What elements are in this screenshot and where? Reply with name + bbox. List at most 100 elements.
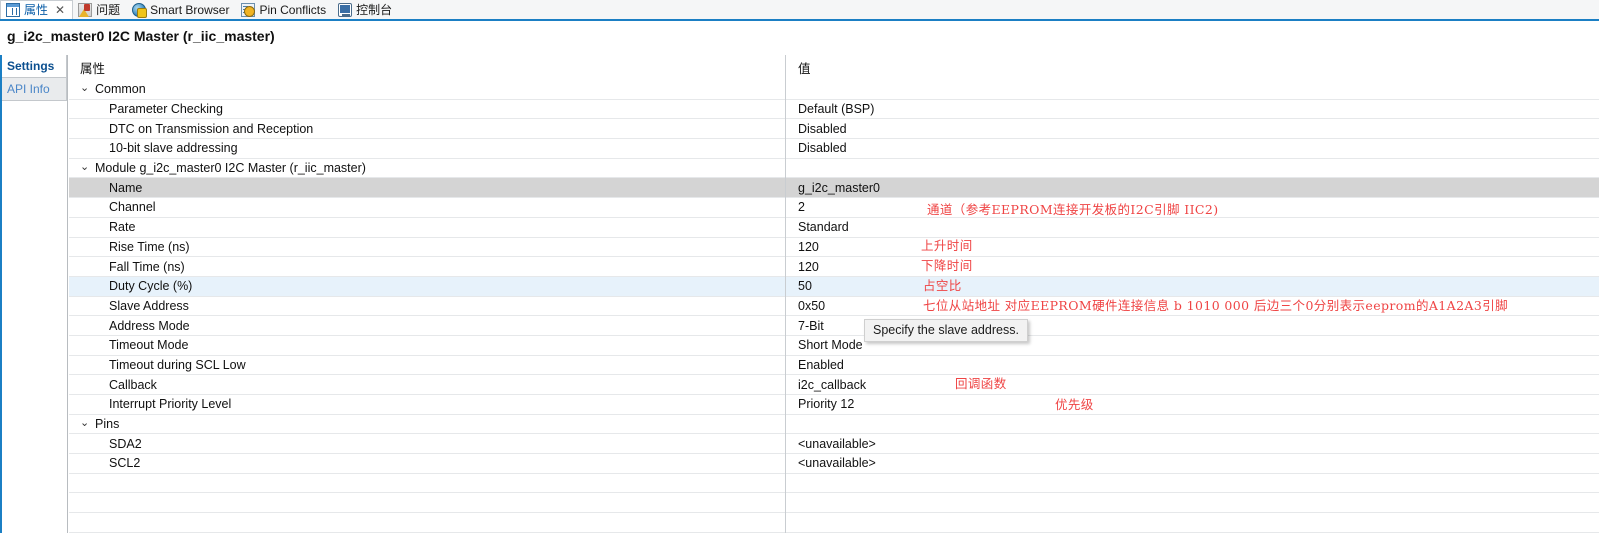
property-name-label: SCL2 [109, 456, 141, 471]
property-name-label: Pins [95, 417, 120, 432]
property-name-cell: Parameter Checking [69, 102, 785, 116]
table-row[interactable]: SDA2 <unavailable> [69, 434, 1599, 455]
red-annotation: 回调函数 [955, 376, 1007, 391]
table-group-row[interactable]: ⌄ Pins [69, 415, 1599, 435]
property-name-label: DTC on Transmission and Reception [109, 121, 314, 136]
property-value-cell[interactable]: <unavailable> [785, 456, 1345, 470]
property-name-cell: Fall Time (ns) [69, 260, 785, 274]
property-value-cell[interactable]: 50 [785, 279, 1345, 293]
table-row[interactable] [69, 493, 1599, 514]
table-row[interactable] [69, 513, 1599, 533]
chevron-down-icon[interactable]: ⌄ [80, 82, 93, 94]
tab-label: 控制台 [356, 2, 393, 17]
property-value-cell[interactable]: g_i2c_master0 [785, 181, 1345, 195]
property-name-label: Common [95, 82, 146, 97]
tab-properties[interactable]: 属性 ✕ [0, 0, 74, 19]
column-header-property[interactable]: 属性 [69, 58, 785, 77]
property-name-cell: Channel [69, 200, 785, 214]
properties-icon [6, 3, 20, 17]
property-value-cell[interactable]: Enabled [785, 358, 1345, 372]
property-name-label: Rise Time (ns) [109, 239, 190, 254]
table-row[interactable]: DTC on Transmission and Reception Disable… [69, 119, 1599, 140]
table-row[interactable]: Parameter Checking Default (BSP) [69, 100, 1599, 120]
table-row[interactable]: Callback i2c_callback [69, 375, 1599, 395]
table-row[interactable]: Timeout Mode Short Mode [69, 336, 1599, 356]
property-name-cell: SDA2 [69, 437, 785, 451]
property-name-cell: Rate [69, 220, 785, 234]
property-value-cell[interactable]: Standard [785, 220, 1345, 234]
table-header-row: 属性 值 [69, 55, 1599, 80]
property-name-cell: Duty Cycle (%) [69, 279, 785, 293]
tab-console[interactable]: 控制台 [333, 0, 399, 19]
table-row[interactable]: Rate Standard [69, 218, 1599, 238]
property-value-cell[interactable]: 120 [785, 240, 1345, 254]
tab-problems[interactable]: 问题 [73, 0, 127, 19]
close-icon[interactable]: ✕ [55, 4, 65, 16]
sidebar-item-label: Settings [7, 59, 55, 73]
property-name-cell: Interrupt Priority Level [69, 397, 785, 411]
property-value-cell[interactable]: <unavailable> [785, 437, 1345, 451]
property-name-cell: ⌄ Pins [69, 417, 785, 431]
property-name-label: Rate [109, 220, 136, 235]
table-row[interactable] [69, 474, 1599, 494]
red-annotation: 通道（参考EEPROM连接开发板的I2C引脚 IIC2) [927, 202, 1219, 217]
property-name-label: Channel [109, 200, 156, 215]
table-row[interactable]: Timeout during SCL Low Enabled [69, 356, 1599, 376]
property-name-cell: Timeout during SCL Low [69, 358, 785, 372]
property-name-cell: DTC on Transmission and Reception [69, 122, 785, 136]
column-header-value[interactable]: 值 [785, 58, 1085, 77]
globe-icon [132, 2, 148, 18]
tab-pin-conflicts[interactable]: Pin Conflicts [236, 0, 333, 19]
red-annotation: 上升时间 [921, 238, 973, 253]
table-row[interactable]: Interrupt Priority Level Priority 12 [69, 395, 1599, 415]
property-name-cell: Rise Time (ns) [69, 240, 785, 254]
red-annotation: 七位从站地址 对应EEPROM硬件连接信息 b 1010 000 后边三个0分别… [923, 298, 1509, 313]
tab-smart-browser[interactable]: Smart Browser [127, 0, 236, 19]
table-row[interactable]: SCL2 <unavailable> [69, 454, 1599, 474]
property-value-cell[interactable]: Disabled [785, 141, 1345, 155]
table-row[interactable]: Name g_i2c_master0 [69, 178, 1599, 199]
table-group-row[interactable]: ⌄ Common [69, 80, 1599, 100]
sidebar-item-api-info[interactable]: API Info [0, 78, 67, 101]
property-name-label: Duty Cycle (%) [109, 279, 193, 294]
property-value-cell[interactable]: Default (BSP) [785, 102, 1345, 116]
table-row[interactable]: Address Mode 7-Bit [69, 316, 1599, 336]
table-row[interactable]: Fall Time (ns) 120 [69, 257, 1599, 277]
table-group-row[interactable]: ⌄ Module g_i2c_master0 I2C Master (r_iic_… [69, 159, 1599, 179]
property-name-label: Name [109, 180, 143, 195]
chevron-down-icon[interactable]: ⌄ [80, 417, 93, 429]
property-name-cell: Callback [69, 378, 785, 392]
property-value-cell[interactable]: Disabled [785, 122, 1345, 136]
property-name-label: 10-bit slave addressing [109, 141, 238, 156]
property-name-label: Module g_i2c_master0 I2C Master (r_iic_m… [95, 161, 366, 176]
sidebar-item-settings[interactable]: Settings [0, 55, 67, 78]
property-name-label: Callback [109, 377, 157, 392]
chevron-down-icon[interactable]: ⌄ [80, 161, 93, 173]
property-name-label: Address Mode [109, 318, 190, 333]
table-row[interactable]: 10-bit slave addressing Disabled [69, 139, 1599, 159]
property-name-label: Timeout during SCL Low [109, 357, 246, 372]
property-name-cell: Timeout Mode [69, 338, 785, 352]
table-row[interactable]: Rise Time (ns) 120 [69, 238, 1599, 258]
table-row[interactable]: Duty Cycle (%) 50 [69, 276, 1599, 297]
settings-sidebar: Settings API Info [0, 55, 68, 533]
property-value-cell[interactable]: 120 [785, 260, 1345, 274]
red-annotation: 优先级 [1055, 397, 1094, 412]
property-name-cell: Address Mode [69, 319, 785, 333]
editor-tab-bar: 属性 ✕ 问题 Smart Browser Pin Conflicts 控制台 [0, 0, 1599, 21]
property-name-cell: SCL2 [69, 456, 785, 470]
property-name-label: Slave Address [109, 298, 189, 313]
property-name-label: SDA2 [109, 436, 142, 451]
column-splitter[interactable] [785, 55, 786, 533]
tab-label: 属性 [24, 3, 49, 17]
property-value-cell[interactable]: i2c_callback [785, 378, 1345, 392]
table-row[interactable]: Channel 2 [69, 198, 1599, 218]
red-annotation: 占空比 [923, 278, 962, 293]
property-name-cell: 10-bit slave addressing [69, 141, 785, 155]
property-name-label: Interrupt Priority Level [109, 397, 232, 412]
problems-warning-icon [78, 2, 93, 17]
tab-label: Smart Browser [150, 2, 230, 17]
tab-label: Pin Conflicts [259, 2, 327, 17]
property-name-cell: Slave Address [69, 299, 785, 313]
pin-conflicts-icon [241, 2, 256, 17]
